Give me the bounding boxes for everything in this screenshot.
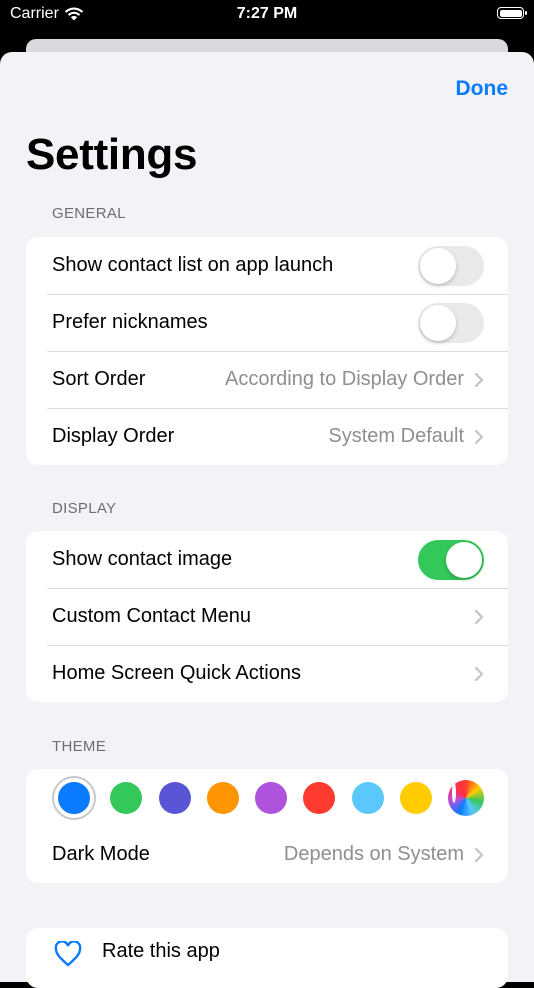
custom-color-fill (452, 781, 456, 803)
row-show-contact-list: Show contact list on app launch (26, 237, 508, 294)
chevron-right-icon (474, 666, 484, 682)
heart-icon (54, 940, 82, 972)
row-label: Home Screen Quick Actions (52, 662, 301, 684)
show-contact-image-toggle[interactable] (418, 539, 484, 580)
clock: 7:27 PM (236, 5, 298, 22)
theme-color-swatch[interactable] (158, 781, 191, 814)
custom-color-swatch[interactable] (448, 779, 484, 816)
section-header-display: DISPLAY (52, 500, 117, 517)
row-value: Depends on System (283, 843, 464, 865)
row-label: Show contact image (52, 548, 233, 570)
row-home-screen-quick-actions[interactable]: Home Screen Quick Actions (26, 645, 508, 702)
rate-app-row[interactable]: Rate this app (26, 928, 508, 988)
row-value: According to Display Order (225, 368, 464, 390)
status-bar: Carrier 7:27 PM (0, 0, 534, 34)
page-title: Settings (26, 130, 198, 179)
chevron-right-icon (474, 847, 484, 863)
row-prefer-nicknames: Prefer nicknames (26, 294, 508, 351)
theme-color-swatch[interactable] (110, 781, 143, 814)
row-label: Dark Mode (52, 843, 150, 865)
row-label: Sort Order (52, 368, 146, 390)
section-header-theme: THEME (52, 738, 106, 755)
display-group: Show contact image Custom Contact Menu H… (26, 531, 508, 702)
row-label: Display Order (52, 425, 175, 447)
row-dark-mode[interactable]: Dark Mode Depends on System (26, 826, 508, 883)
theme-color-swatch[interactable] (54, 777, 94, 818)
theme-color-swatch[interactable] (399, 781, 432, 814)
theme-group: Dark Mode Depends on System (26, 769, 508, 883)
section-header-general: GENERAL (52, 205, 126, 222)
row-display-order[interactable]: Display Order System Default (26, 408, 508, 465)
done-button[interactable]: Done (456, 77, 509, 101)
theme-color-picker (26, 769, 508, 826)
theme-color-swatch[interactable] (255, 781, 287, 814)
row-show-contact-image: Show contact image (26, 531, 508, 588)
row-label: Prefer nicknames (52, 311, 208, 333)
row-label: Custom Contact Menu (52, 605, 251, 627)
theme-color-swatch[interactable] (303, 781, 336, 814)
rate-app-label: Rate this app (102, 940, 220, 962)
theme-color-swatch[interactable] (351, 781, 384, 814)
row-label: Show contact list on app launch (52, 254, 334, 276)
general-group: Show contact list on app launch Prefer n… (26, 237, 508, 465)
row-value: System Default (328, 425, 464, 447)
battery-icon (497, 7, 527, 19)
row-custom-contact-menu[interactable]: Custom Contact Menu (26, 588, 508, 645)
show-contact-list-toggle[interactable] (418, 245, 484, 286)
chevron-right-icon (474, 609, 484, 625)
prefer-nicknames-toggle[interactable] (418, 302, 484, 343)
chevron-right-icon (474, 429, 484, 445)
row-sort-order[interactable]: Sort Order According to Display Order (26, 351, 508, 408)
chevron-right-icon (474, 372, 484, 388)
theme-color-swatch[interactable] (206, 781, 239, 814)
